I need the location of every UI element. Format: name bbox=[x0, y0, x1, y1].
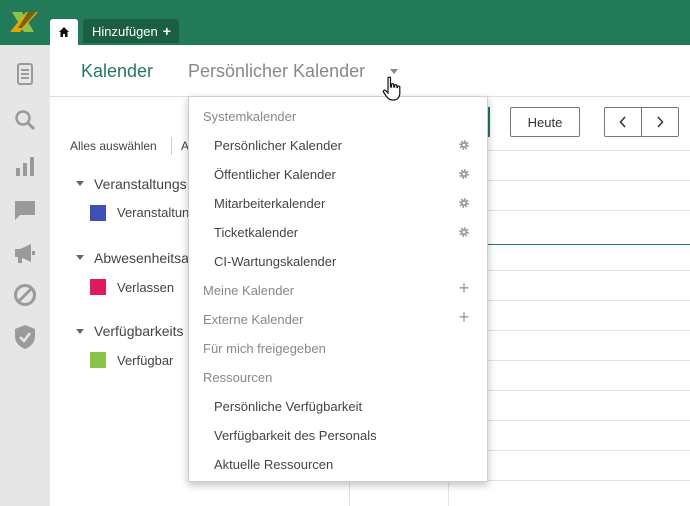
grid-line bbox=[488, 390, 690, 391]
home-tab[interactable] bbox=[50, 19, 78, 45]
current-time-line bbox=[488, 244, 690, 245]
home-icon bbox=[59, 27, 69, 37]
chevron-down-icon[interactable] bbox=[390, 69, 398, 74]
collapse-arrow-icon[interactable] bbox=[76, 255, 84, 260]
menu-item-label: Persönlicher Kalender bbox=[214, 138, 342, 153]
menu-item-label: Mitarbeiterkalender bbox=[214, 196, 326, 211]
bar-chart-icon[interactable] bbox=[12, 153, 38, 179]
menu-section-external-calendars: Externe Kalender + bbox=[189, 305, 489, 334]
group-events-label[interactable]: Veranstaltungs bbox=[94, 176, 187, 192]
next-button[interactable] bbox=[641, 107, 679, 137]
megaphone-icon[interactable] bbox=[12, 240, 38, 266]
grid-line bbox=[488, 360, 690, 361]
filter-item-available[interactable]: Verfügbar bbox=[117, 353, 173, 368]
app-logo-icon[interactable] bbox=[10, 10, 40, 34]
available-color-swatch[interactable] bbox=[90, 352, 106, 368]
page-header: Kalender Persönlicher Kalender bbox=[50, 45, 690, 97]
add-tab-button[interactable]: Hinzufügen + bbox=[83, 19, 179, 43]
gear-icon[interactable] bbox=[457, 138, 471, 152]
menu-section-label: Externe Kalender bbox=[203, 312, 304, 327]
hand-cursor-icon bbox=[382, 76, 401, 101]
add-icon[interactable]: + bbox=[457, 278, 471, 298]
gear-icon[interactable] bbox=[457, 167, 471, 181]
grid-line bbox=[488, 330, 690, 331]
gear-icon[interactable] bbox=[457, 225, 471, 239]
leave-color-swatch[interactable] bbox=[90, 279, 106, 295]
menu-section-resources: Ressourcen bbox=[203, 370, 273, 385]
grid-line bbox=[488, 180, 690, 181]
grid-line bbox=[488, 300, 690, 301]
grid-line bbox=[488, 420, 690, 421]
group-availability-label[interactable]: Verfügbarkeits bbox=[94, 323, 184, 339]
search-icon[interactable] bbox=[12, 107, 38, 133]
menu-item-current-resources[interactable]: Aktuelle Ressourcen bbox=[189, 450, 489, 479]
events-color-swatch[interactable] bbox=[90, 205, 106, 221]
filter-item-leave[interactable]: Verlassen bbox=[117, 280, 174, 295]
group-absence-label[interactable]: Abwesenheitsa bbox=[94, 250, 189, 266]
page-title: Kalender bbox=[81, 61, 154, 81]
grid-line bbox=[488, 480, 690, 481]
menu-item-personal-availability[interactable]: Persönliche Verfügbarkeit bbox=[189, 392, 489, 421]
menu-item-staff-calendar[interactable]: Mitarbeiterkalender bbox=[189, 189, 489, 218]
today-button[interactable]: Heute bbox=[510, 107, 580, 137]
filter-item-events[interactable]: Veranstaltun bbox=[117, 205, 189, 220]
grid-line bbox=[488, 150, 690, 151]
calendar-selector[interactable]: Persönlicher Kalender bbox=[188, 61, 365, 82]
calendar-dropdown-menu: Systemkalender Persönlicher Kalender Öff… bbox=[188, 96, 488, 482]
top-bar: Hinzufügen + bbox=[0, 0, 690, 45]
menu-item-label: Öffentlicher Kalender bbox=[214, 167, 336, 182]
plus-icon: + bbox=[162, 23, 171, 39]
grid-line bbox=[488, 270, 690, 271]
shield-check-icon[interactable] bbox=[12, 324, 38, 350]
collapse-arrow-icon[interactable] bbox=[76, 329, 84, 334]
menu-section-system-calendars: Systemkalender bbox=[203, 109, 297, 124]
collapse-arrow-icon[interactable] bbox=[76, 181, 84, 186]
prev-button[interactable] bbox=[604, 107, 642, 137]
add-icon[interactable]: + bbox=[457, 307, 471, 327]
menu-item-ticket-calendar[interactable]: Ticketkalender bbox=[189, 218, 489, 247]
block-icon[interactable] bbox=[12, 282, 38, 308]
menu-item-personal-calendar[interactable]: Persönlicher Kalender bbox=[189, 131, 489, 160]
gear-icon[interactable] bbox=[457, 196, 471, 210]
document-icon[interactable] bbox=[12, 61, 38, 87]
divider bbox=[171, 137, 172, 155]
menu-section-shared-with-me: Für mich freigegeben bbox=[203, 341, 326, 356]
menu-item-public-calendar[interactable]: Öffentlicher Kalender bbox=[189, 160, 489, 189]
grid-line bbox=[488, 450, 690, 451]
menu-item-ci-maintenance-calendar[interactable]: CI-Wartungskalender bbox=[189, 247, 489, 276]
grid-line bbox=[488, 210, 690, 211]
menu-section-label: Meine Kalender bbox=[203, 283, 295, 298]
menu-item-staff-availability[interactable]: Verfügbarkeit des Personals bbox=[189, 421, 489, 450]
chevron-right-icon bbox=[657, 116, 664, 128]
menu-section-my-calendars: Meine Kalender + bbox=[189, 276, 489, 305]
chat-icon[interactable] bbox=[12, 197, 38, 223]
menu-item-label: CI-Wartungskalender bbox=[214, 254, 337, 269]
left-sidebar bbox=[0, 45, 50, 506]
menu-item-label: Ticketkalender bbox=[214, 225, 299, 240]
chevron-left-icon bbox=[619, 116, 626, 128]
select-all-link[interactable]: Alles auswählen bbox=[70, 139, 157, 153]
add-tab-label: Hinzufügen bbox=[92, 23, 158, 39]
